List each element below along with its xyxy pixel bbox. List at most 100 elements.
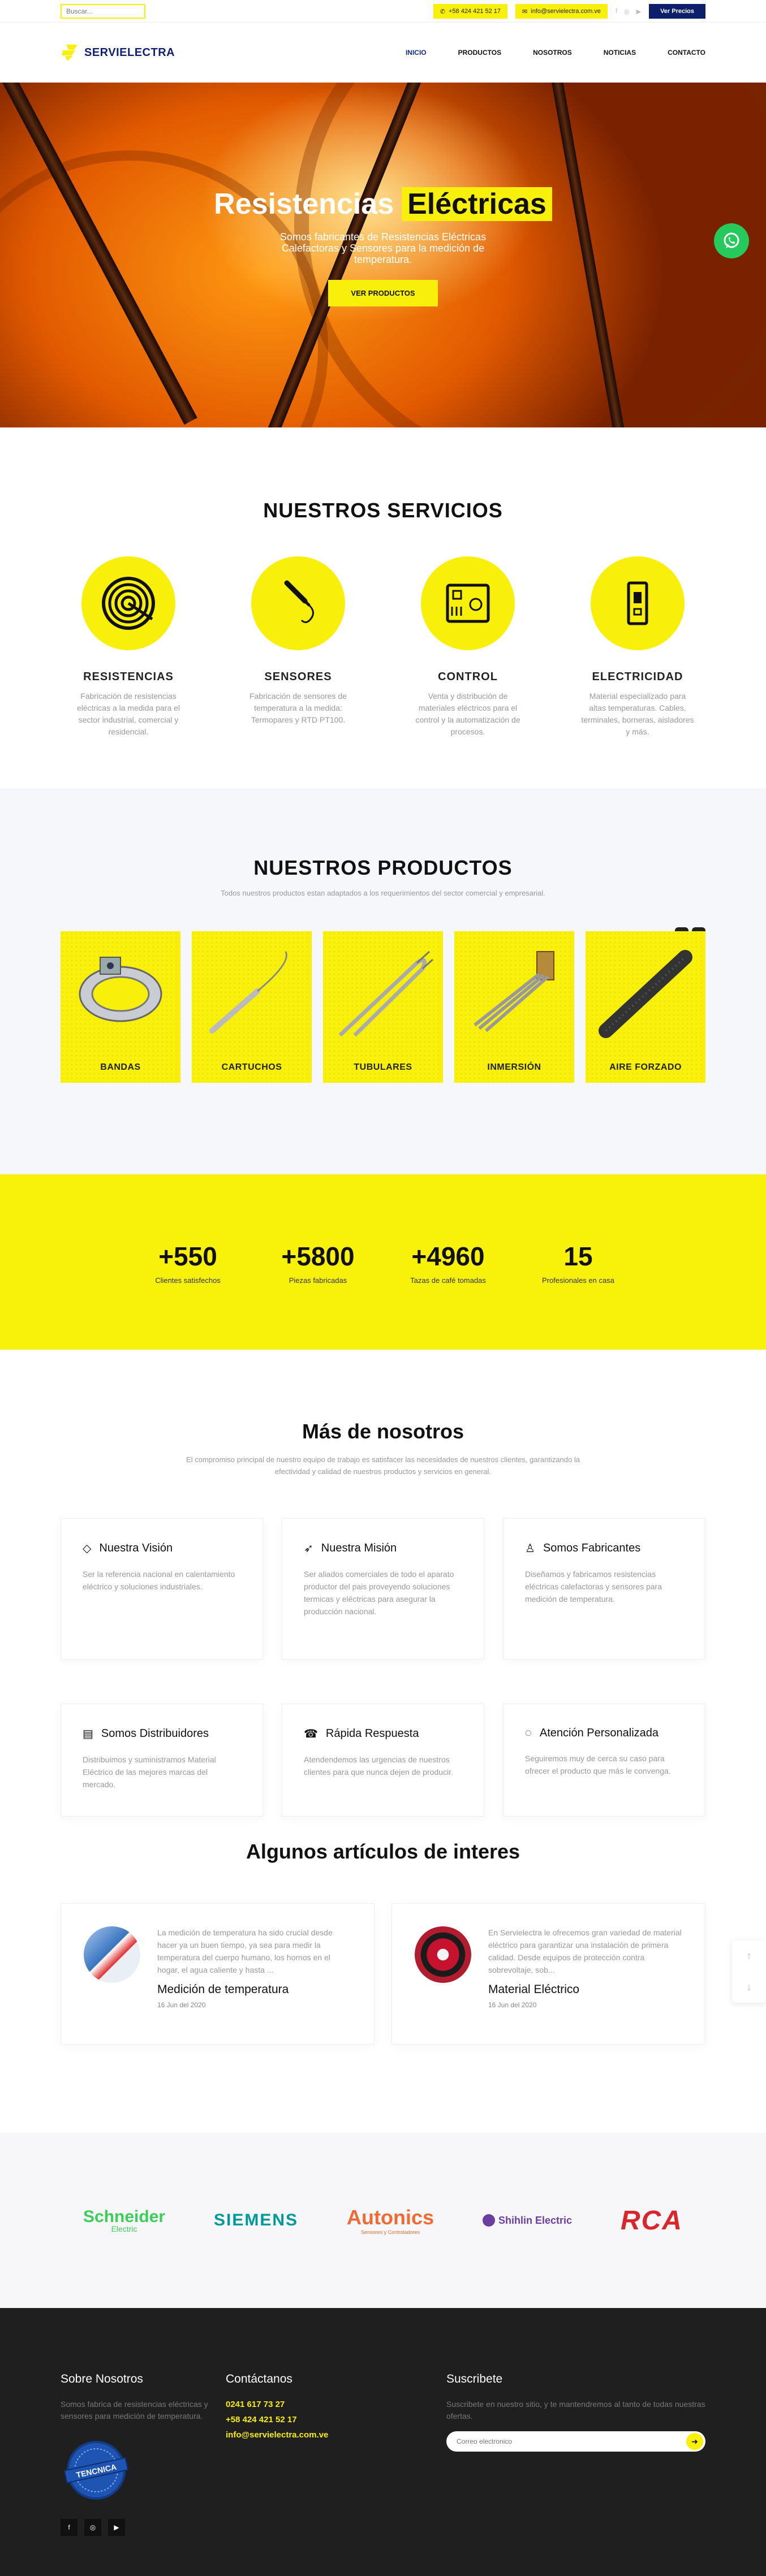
immersion-heater-image [474, 951, 554, 1032]
service-icon-circle [81, 556, 175, 650]
about-card-title: Nuestra Visión [99, 1542, 173, 1554]
about-card-title: Somos Fabricantes [543, 1542, 641, 1554]
products-title: NUESTROS PRODUCTOS [253, 856, 513, 879]
service-title: SENSORES [264, 671, 332, 683]
newsletter-email-input[interactable] [457, 2437, 672, 2445]
phone-icon: ☎ [304, 1728, 318, 1740]
about-card-text: Seguiremos muy de cerca su caso para ofr… [525, 1754, 671, 1775]
nav-contacto[interactable]: CONTACTO [668, 49, 705, 57]
footer: Sobre Nosotros Somos fabrica de resisten… [0, 2308, 766, 2576]
footer-about-title: Sobre Nosotros [61, 2372, 143, 2385]
scroll-controls: ↑ ↓ [732, 1940, 766, 2003]
service-card: RESISTENCIAS Fabricación de resistencias… [61, 556, 196, 738]
brand-logo-schneider: Schneider Electric [83, 2207, 166, 2233]
services-grid: RESISTENCIAS Fabricación de resistencias… [61, 556, 705, 738]
product-card[interactable]: INMERSIÓN [454, 931, 574, 1083]
article-card[interactable]: La medición de temperatura ha sido cruci… [61, 1903, 375, 2045]
scroll-down-icon[interactable]: ↓ [747, 1981, 752, 1993]
products-carousel: BANDAS CARTUCHOS TUBULARES INMERSIÓN AIR… [61, 931, 705, 1083]
instagram-icon[interactable]: ◎ [624, 8, 630, 15]
stat-label: Tazas de café tomadas [410, 1276, 486, 1285]
facebook-icon[interactable]: f [61, 2519, 78, 2536]
service-icon-circle [421, 556, 515, 650]
about-card-title: Somos Distribuidores [101, 1727, 209, 1740]
hero-content: Resistencias Eléctricas Somos fabricante… [0, 187, 766, 306]
products-section: NUESTROS PRODUCTOS Todos nuestros produc… [0, 788, 766, 1174]
footer-phone-2[interactable]: +58 424 421 52 17 [226, 2415, 446, 2424]
footer-subscribe-text: Suscribete en nuestro sitio, y te manten… [446, 2400, 705, 2421]
about-section: Más de nosotros El compromiso principal … [0, 1350, 766, 1822]
service-title: RESISTENCIAS [83, 671, 174, 683]
hero-title-highlight: Eléctricas [402, 187, 552, 221]
main-nav: INICIO PRODUCTOS NOSOTROS NOTICIAS CONTA… [406, 49, 705, 57]
email-pill[interactable]: ✉ info@servielectra.com.ve [515, 4, 608, 19]
logo-text: SERVIELECTRA [84, 46, 175, 59]
product-card[interactable]: CARTUCHOS [192, 931, 312, 1083]
articles-title: Algunos artículos de interes [246, 1840, 520, 1863]
services-title: NUESTROS SERVICIOS [263, 499, 503, 522]
stat-label: Profesionales en casa [542, 1276, 614, 1285]
about-card-title: Nuestra Misión [321, 1542, 397, 1554]
phone-pill[interactable]: ✆ +58 424 421 52 17 [433, 4, 508, 19]
phone-text: +58 424 421 52 17 [448, 8, 501, 15]
footer-phone-1[interactable]: 0241 617 73 27 [226, 2400, 446, 2409]
rocket-icon: ➶ [304, 1542, 313, 1555]
scroll-up-icon[interactable]: ↑ [747, 1950, 752, 1962]
whatsapp-float-button[interactable] [714, 223, 749, 258]
about-card: ◌ Atención Personalizada Seguiremos muy … [503, 1704, 705, 1817]
product-card[interactable]: TUBULARES [323, 931, 443, 1083]
product-card[interactable]: BANDAS [61, 931, 180, 1083]
article-excerpt: La medición de temperatura ha sido cruci… [157, 1928, 333, 1974]
id-card-icon: ▤ [83, 1728, 93, 1740]
service-text: Venta y distribución de materiales eléct… [415, 691, 520, 736]
stat-item: +550 Clientes satisfechos [123, 1241, 253, 1285]
nav-inicio[interactable]: INICIO [406, 49, 427, 57]
about-card: ♙ Somos Fabricantes Diseñamos y fabricam… [503, 1518, 705, 1659]
youtube-icon[interactable]: ▶ [636, 8, 641, 15]
thermocouple-sensor-icon [284, 580, 314, 623]
footer-subscribe: Suscribete Suscribete en nuestro sitio, … [446, 2372, 705, 2536]
footer-email[interactable]: info@servielectra.com.ve [226, 2430, 446, 2440]
finned-heater-image [599, 950, 692, 1038]
instagram-icon[interactable]: ◎ [84, 2519, 101, 2536]
footer-social: f ◎ ▶ [61, 2519, 226, 2536]
view-products-button[interactable]: VER PRODUCTOS [328, 280, 438, 306]
stat-label: Clientes satisfechos [155, 1276, 221, 1285]
about-card: ◇ Nuestra Visión Ser la referencia nacio… [61, 1518, 263, 1659]
search-input[interactable] [61, 4, 145, 19]
about-subtitle: El compromiso principal de nuestro equip… [186, 1455, 580, 1476]
brand-logo-shihlin: Shihlin Electric [482, 2214, 572, 2227]
shihlin-mark-icon [482, 2214, 495, 2227]
product-card[interactable]: AIRE FORZADO [586, 931, 705, 1083]
newsletter-submit-button[interactable]: ➜ [686, 2433, 703, 2450]
nav-productos[interactable]: PRODUCTOS [458, 49, 501, 57]
nav-noticias[interactable]: NOTICIAS [604, 49, 636, 57]
top-bar: ✆ +58 424 421 52 17 ✉ info@servielectra.… [0, 0, 766, 23]
footer-contact: Contáctanos 0241 617 73 27 +58 424 421 5… [226, 2372, 446, 2536]
service-card: ELECTRICIDAD Material especializado para… [570, 556, 705, 738]
whatsapp-small-icon: ✆ [440, 8, 445, 15]
service-title: CONTROL [438, 671, 498, 683]
brand-logo-rca: RCA [620, 2205, 683, 2236]
prices-button[interactable]: Ver Precios [649, 4, 705, 19]
nav-nosotros[interactable]: NOSOTROS [533, 49, 572, 57]
footer-about: Sobre Nosotros Somos fabrica de resisten… [61, 2372, 226, 2536]
article-title[interactable]: Medición de temperatura [157, 1983, 351, 1996]
service-icon-circle [251, 556, 345, 650]
article-thumbnail [84, 1926, 140, 1983]
logo[interactable]: SERVIELECTRA [61, 43, 175, 62]
facebook-icon[interactable]: f [616, 8, 617, 15]
product-label: BANDAS [100, 1062, 141, 1072]
article-title[interactable]: Material Eléctrico [488, 1983, 682, 1996]
about-card-text: Atendendemos las urgencias de nuestros c… [304, 1755, 453, 1777]
stat-value: +550 [158, 1242, 217, 1271]
youtube-icon[interactable]: ▶ [108, 2519, 125, 2536]
stat-value: 15 [563, 1242, 593, 1271]
service-text: Fabricación de sensores de temperatura a… [249, 691, 347, 724]
stat-item: +4960 Tazas de café tomadas [383, 1241, 513, 1285]
about-card-text: Distribuimos y suministramos Material El… [83, 1755, 216, 1789]
footer-about-text: Somos fabrica de resistencias eléctricas… [61, 2400, 208, 2421]
article-card[interactable]: En Servielectra le ofrecemos gran varied… [391, 1903, 705, 2045]
stat-label: Piezas fabricadas [289, 1276, 347, 1285]
hero-title-main: Resistencias [214, 188, 394, 221]
